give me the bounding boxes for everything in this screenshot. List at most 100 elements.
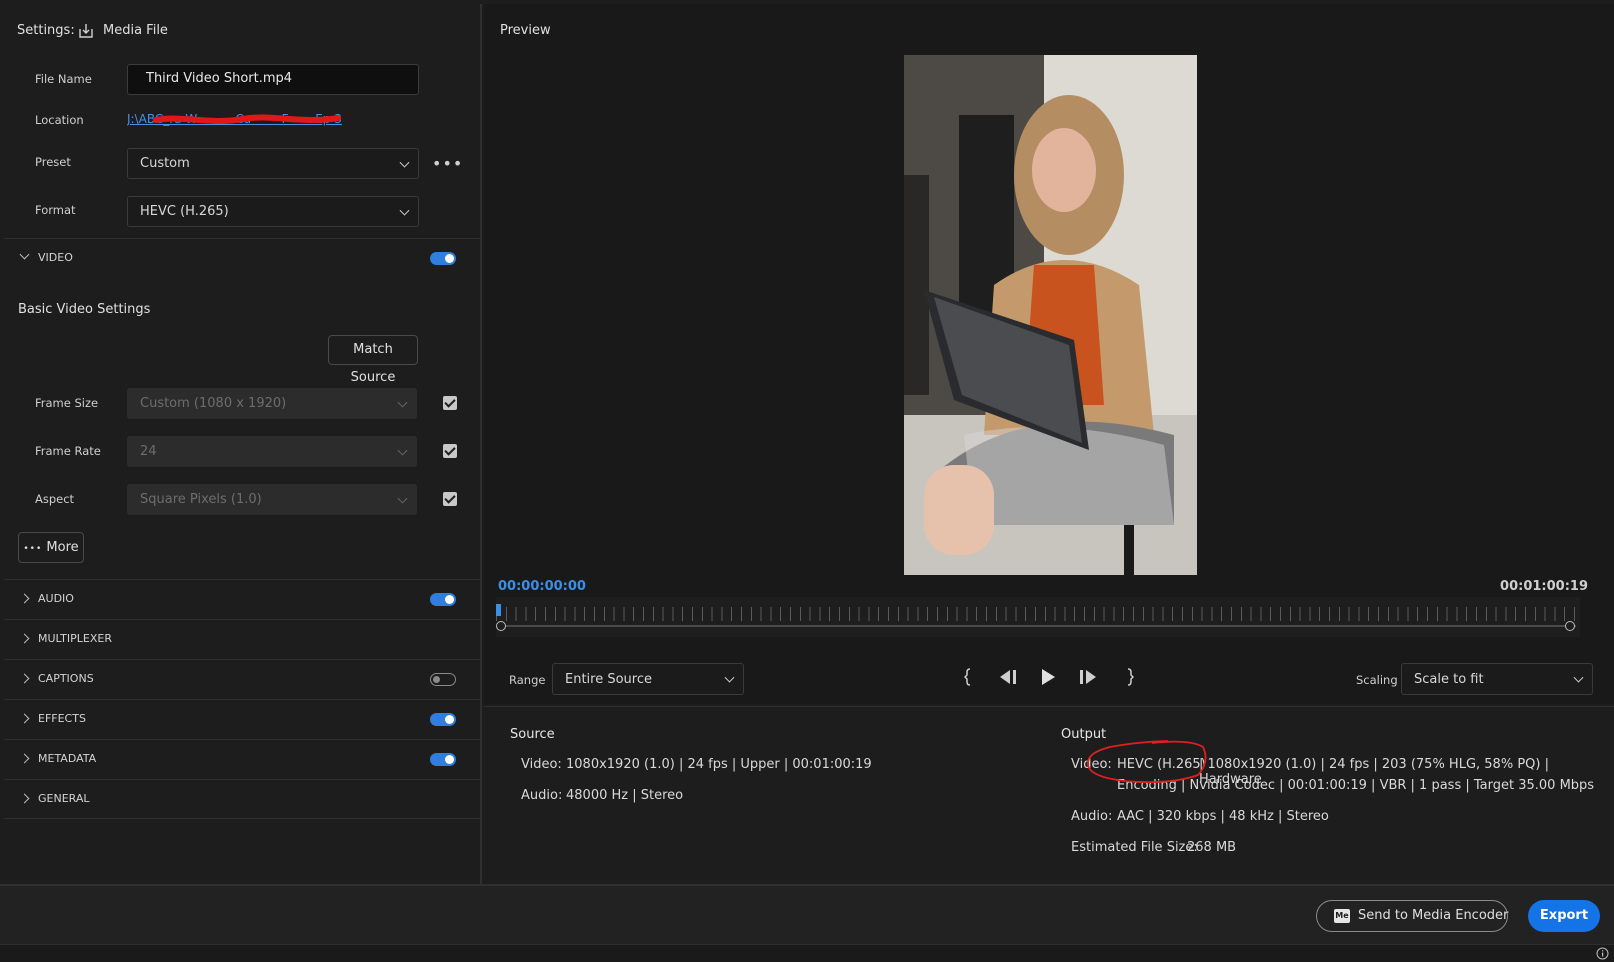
- audio-section-title: AUDIO: [38, 592, 74, 605]
- current-timecode[interactable]: 00:00:00:00: [498, 579, 586, 594]
- step-forward-icon[interactable]: [1078, 669, 1098, 685]
- scaling-select[interactable]: Scale to fit: [1401, 663, 1593, 695]
- metadata-section-title: METADATA: [38, 752, 97, 765]
- general-section-title: GENERAL: [38, 792, 90, 805]
- frame-rate-select[interactable]: 24: [127, 436, 417, 467]
- effects-section-header[interactable]: EFFECTS: [4, 699, 482, 739]
- aspect-select[interactable]: Square Pixels (1.0): [127, 484, 417, 515]
- range-select[interactable]: Entire Source: [552, 663, 744, 695]
- file-name-field[interactable]: Third Video Short.mp4: [127, 64, 419, 95]
- range-start-handle[interactable]: [496, 621, 506, 631]
- preset-label: Preset: [35, 155, 71, 169]
- chevron-right-icon: [19, 713, 30, 724]
- captions-toggle[interactable]: [430, 673, 456, 686]
- source-video-value: 1080x1920 (1.0) | 24 fps | Upper | 00:01…: [566, 757, 872, 772]
- info-icon[interactable]: [1596, 947, 1609, 960]
- chevron-right-icon: [19, 633, 30, 644]
- audio-section-header[interactable]: AUDIO: [4, 579, 482, 619]
- source-title: Source: [510, 727, 555, 742]
- send-to-media-encoder-label: Send to Media Encoder: [1358, 908, 1509, 923]
- source-video-label: Video:: [521, 757, 562, 772]
- timeline-ticks: [496, 607, 1580, 621]
- output-audio-label: Audio:: [1071, 809, 1113, 824]
- chevron-right-icon: [19, 753, 30, 764]
- status-bar: [0, 944, 1614, 962]
- frame-rate-label: Frame Rate: [35, 444, 101, 458]
- more-icon: •••: [23, 544, 43, 554]
- settings-panel: Settings: Media File File Name Third Vid…: [2, 4, 482, 884]
- effects-section-title: EFFECTS: [38, 712, 86, 725]
- media-encoder-icon: Me: [1334, 909, 1350, 923]
- chevron-down-icon: [397, 397, 408, 408]
- chevron-down-icon: [1573, 672, 1584, 683]
- destination-label[interactable]: Media File: [103, 23, 168, 38]
- scaling-label: Scaling: [1356, 673, 1398, 687]
- format-value: HEVC (H.265): [140, 204, 229, 219]
- send-to-media-encoder-button[interactable]: Me Send to Media Encoder: [1316, 900, 1508, 932]
- range-bar[interactable]: [500, 625, 1576, 627]
- export-icon[interactable]: [78, 23, 94, 39]
- chevron-right-icon: [19, 593, 30, 604]
- settings-label: Settings:: [17, 23, 75, 38]
- range-end-handle[interactable]: [1565, 621, 1575, 631]
- source-audio-label: Audio:: [521, 788, 563, 803]
- effects-toggle[interactable]: [430, 713, 456, 726]
- estimated-size-value: 268 MB: [1187, 840, 1237, 855]
- captions-section-header[interactable]: CAPTIONS: [4, 659, 482, 699]
- video-section-header[interactable]: VIDEO: [4, 238, 482, 278]
- format-label: Format: [35, 203, 76, 217]
- chevron-down-icon: [399, 205, 410, 216]
- output-audio-value: AAC | 320 kbps | 48 kHz | Stereo: [1117, 809, 1329, 824]
- redaction-mark: [153, 114, 341, 124]
- location-label: Location: [35, 113, 84, 127]
- more-button-label: More: [46, 540, 79, 555]
- multiplexer-section-header[interactable]: MULTIPLEXER: [4, 619, 482, 659]
- multiplexer-section-title: MULTIPLEXER: [38, 632, 112, 645]
- footer-bar: Me Send to Media Encoder Export: [0, 884, 1614, 944]
- playhead[interactable]: [496, 604, 501, 616]
- estimated-size-label: Estimated File Size:: [1071, 840, 1198, 855]
- video-frame: [904, 55, 1197, 575]
- metadata-toggle[interactable]: [430, 753, 456, 766]
- chevron-down-icon: [399, 157, 410, 168]
- more-icon[interactable]: •••: [432, 154, 463, 173]
- aspect-value: Square Pixels (1.0): [140, 492, 262, 507]
- chevron-down-icon: [724, 672, 735, 683]
- file-name-label: File Name: [35, 72, 92, 86]
- more-button[interactable]: ••• More: [18, 532, 84, 563]
- frame-rate-value: 24: [140, 444, 157, 459]
- range-label: Range: [509, 673, 546, 687]
- frame-size-value: Custom (1080 x 1920): [140, 396, 287, 411]
- duration-timecode: 00:01:00:19: [1500, 579, 1588, 594]
- preset-value: Custom: [140, 156, 190, 171]
- export-button[interactable]: Export: [1528, 900, 1600, 932]
- range-value: Entire Source: [565, 672, 653, 687]
- chevron-down-icon: [397, 445, 408, 456]
- video-toggle[interactable]: [430, 252, 456, 265]
- divider: [484, 706, 1614, 707]
- preview-area: Preview 00:00:00:00 00:01:00:19 Range En…: [484, 4, 1614, 704]
- mark-in-icon[interactable]: [964, 668, 974, 686]
- chevron-down-icon: [397, 493, 408, 504]
- step-back-icon[interactable]: [999, 669, 1019, 685]
- frame-size-label: Frame Size: [35, 396, 99, 410]
- frame-size-select[interactable]: Custom (1080 x 1920): [127, 388, 417, 419]
- play-icon[interactable]: [1040, 668, 1056, 686]
- chevron-down-icon: [19, 249, 30, 260]
- chevron-right-icon: [19, 793, 30, 804]
- frame-size-checkbox[interactable]: [443, 396, 457, 410]
- timeline[interactable]: [496, 597, 1580, 637]
- aspect-checkbox[interactable]: [443, 492, 457, 506]
- source-audio-value: 48000 Hz | Stereo: [566, 788, 684, 803]
- metadata-section-header[interactable]: METADATA: [4, 739, 482, 779]
- audio-toggle[interactable]: [430, 593, 456, 606]
- match-source-button[interactable]: Match Source: [328, 335, 418, 385]
- preset-select[interactable]: Custom: [127, 148, 419, 179]
- general-section-header[interactable]: GENERAL: [4, 779, 482, 819]
- mark-out-icon[interactable]: [1124, 668, 1134, 686]
- preview-title: Preview: [500, 23, 551, 38]
- aspect-label: Aspect: [35, 492, 75, 506]
- frame-rate-checkbox[interactable]: [443, 444, 457, 458]
- scaling-value: Scale to fit: [1414, 672, 1484, 687]
- format-select[interactable]: HEVC (H.265): [127, 196, 419, 227]
